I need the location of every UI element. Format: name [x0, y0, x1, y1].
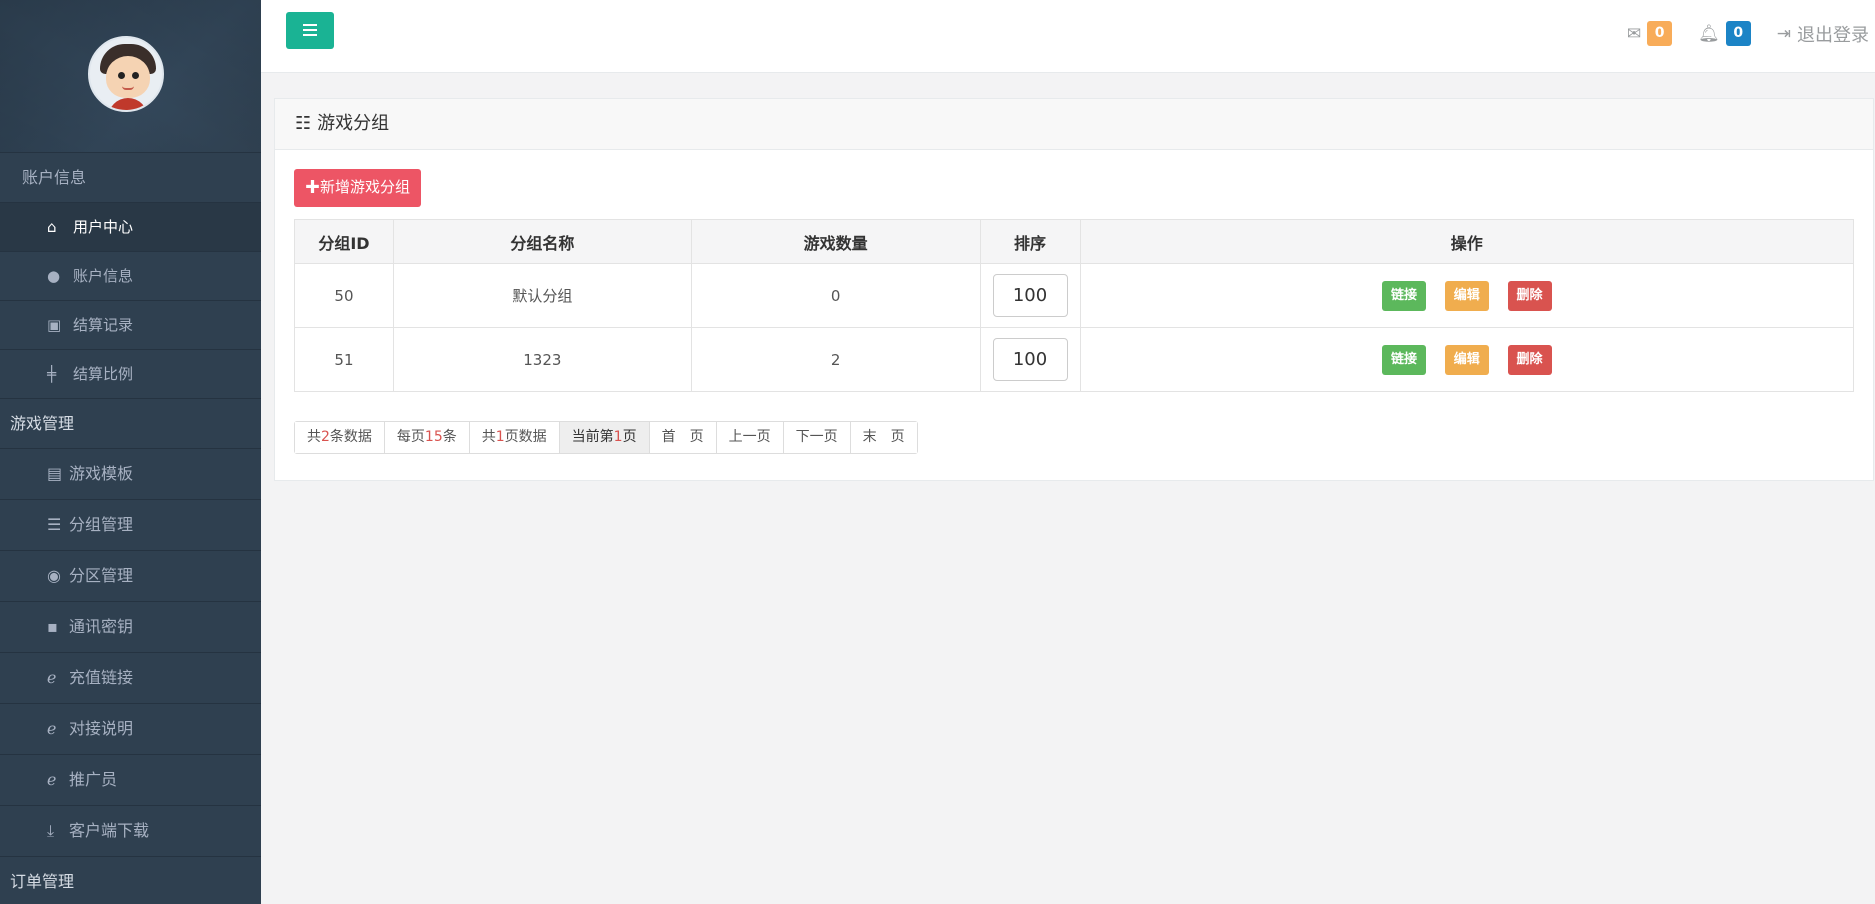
avatar[interactable]: [88, 36, 164, 112]
sidebar-item-comm-key[interactable]: ▪ 通讯密钥: [0, 602, 261, 653]
user-icon: ●: [47, 267, 61, 285]
sidebar-item-label: 结算记录: [73, 316, 134, 334]
notifications-link[interactable]: 🔔︎ 0: [1698, 21, 1751, 46]
newspaper-icon: ▤: [47, 464, 63, 483]
sidebar-section-game[interactable]: 游戏管理: [0, 399, 261, 449]
top-navbar: ✉ 0 🔔︎ 0 ⇥ 退出登录: [261, 0, 1875, 73]
sidebar-item-label: 推广员: [69, 770, 118, 789]
sidebar-item-integration-docs[interactable]: ℯ 对接说明: [0, 704, 261, 755]
home-icon: ⌂: [47, 218, 57, 236]
envelope-icon: ✉: [1626, 23, 1642, 44]
column-header-id: 分组ID: [294, 219, 394, 264]
pager-prev-button[interactable]: 上一页: [716, 422, 784, 453]
sidebar-item-promoter[interactable]: ℯ 推广员: [0, 755, 261, 806]
sidebar-item-settlement-records[interactable]: ▣ 结算记录: [0, 301, 261, 350]
add-game-group-button[interactable]: ✚新增游戏分组: [294, 169, 422, 207]
pager-current-page: 当前第1页: [559, 422, 650, 453]
link-button[interactable]: 链接: [1381, 280, 1426, 311]
messages-link[interactable]: ✉ 0: [1626, 21, 1673, 46]
sidebar-item-account-info[interactable]: ● 账户信息: [0, 252, 261, 301]
bars-icon: [303, 24, 317, 26]
ie-icon: ℯ: [47, 668, 57, 687]
top-right-links: ✉ 0 🔔︎ 0 ⇥ 退出登录: [1601, 20, 1869, 47]
pager-total-records: 共2条数据: [295, 422, 385, 453]
column-header-count: 游戏数量: [690, 219, 981, 264]
sidebar-item-group-management[interactable]: ☰ 分组管理: [0, 500, 261, 551]
sidebar-item-label: 用户中心: [73, 218, 134, 236]
sidebar-item-zone-management[interactable]: ◉ 分区管理: [0, 551, 261, 602]
sidebar-item-label: 分区管理: [69, 566, 134, 585]
cell-name: 1323: [392, 327, 692, 392]
pager-last-button[interactable]: 末 页: [850, 422, 917, 453]
sidebar-section-orders[interactable]: 订单管理: [0, 857, 261, 904]
signpost-icon: ╪: [47, 365, 57, 383]
table-row: 50 默认分组 0 链接 编辑 删除: [294, 263, 1854, 328]
column-header-actions: 操作: [1079, 219, 1854, 264]
gamepad-icon: ◉: [47, 566, 61, 585]
link-button[interactable]: 链接: [1381, 344, 1426, 375]
download-icon: ⤓: [47, 821, 55, 840]
cell-count: 0: [690, 263, 981, 328]
pagination: 共2条数据 每页15条 共1页数据 当前第1页 首 页 上一页 下一页 末 页: [294, 421, 918, 454]
sidebar-item-settlement-ratio[interactable]: ╪ 结算比例: [0, 350, 261, 399]
panel-title: ☷ 游戏分组: [275, 99, 1873, 150]
sidebar-item-label: 结算比例: [73, 365, 134, 383]
messages-badge: 0: [1647, 21, 1673, 46]
delete-button[interactable]: 删除: [1507, 280, 1552, 311]
sidebar-item-label: 通讯密钥: [69, 617, 134, 636]
sort-input[interactable]: [992, 338, 1068, 381]
table-header-row: 分组ID 分组名称 游戏数量 排序 操作: [294, 219, 1854, 264]
game-group-table: 分组ID 分组名称 游戏数量 排序 操作 50 默认分组 0 链接 编辑 删除 …: [294, 219, 1854, 392]
cell-actions: 链接 编辑 删除: [1079, 263, 1854, 328]
column-header-sort: 排序: [979, 219, 1081, 264]
table-row: 51 1323 2 链接 编辑 删除: [294, 327, 1854, 392]
list-icon: ☷: [295, 113, 312, 134]
sidebar-item-client-download[interactable]: ⤓ 客户端下载: [0, 806, 261, 857]
sidebar-item-label: 对接说明: [69, 719, 134, 738]
logout-label: 退出登录: [1797, 24, 1869, 46]
cell-id: 51: [294, 327, 394, 392]
pager-first-button[interactable]: 首 页: [649, 422, 717, 453]
ie-icon: ℯ: [47, 719, 57, 738]
cell-id: 50: [294, 263, 394, 328]
pager-total-pages: 共1页数据: [469, 422, 560, 453]
sidebar-section-account[interactable]: 账户信息: [0, 153, 261, 203]
pager-next-button[interactable]: 下一页: [783, 422, 851, 453]
cell-actions: 链接 编辑 删除: [1079, 327, 1854, 392]
bell-icon: 🔔︎: [1698, 23, 1720, 44]
cell-name: 默认分组: [392, 263, 692, 328]
sidebar-item-user-center[interactable]: ⌂ 用户中心: [0, 203, 261, 252]
game-group-panel: ☷ 游戏分组 ✚新增游戏分组 分组ID 分组名称 游戏数量 排序 操作 50 默认…: [274, 98, 1874, 481]
bars-icon: ☰: [47, 515, 62, 534]
sidebar-item-label: 游戏模板: [69, 464, 134, 483]
column-header-name: 分组名称: [392, 219, 692, 264]
sidebar: 账户信息 ⌂ 用户中心 ● 账户信息 ▣ 结算记录 ╪ 结算比例 游戏管理 ▤ 游戏模板 …: [0, 0, 261, 904]
sidebar-item-label: 账户信息: [73, 267, 134, 285]
page-title: 游戏分组: [317, 113, 390, 134]
sidebar-item-label: 充值链接: [69, 668, 134, 687]
sign-out-icon: ⇥: [1776, 23, 1791, 44]
notifications-badge: 0: [1725, 21, 1751, 46]
ie-icon: ℯ: [47, 770, 57, 789]
sidebar-item-label: 分组管理: [69, 515, 134, 534]
cell-sort: [979, 263, 1081, 328]
menu-toggle-button[interactable]: [286, 12, 334, 49]
edit-button[interactable]: 编辑: [1444, 280, 1489, 311]
edit-button[interactable]: 编辑: [1444, 344, 1489, 375]
cell-sort: [979, 327, 1081, 392]
sidebar-item-recharge-link[interactable]: ℯ 充值链接: [0, 653, 261, 704]
sort-input[interactable]: [992, 274, 1068, 317]
pager-per-page: 每页15条: [384, 422, 470, 453]
calendar-check-icon: ▣: [47, 316, 62, 334]
logout-link[interactable]: ⇥ 退出登录: [1777, 21, 1869, 47]
cell-count: 2: [690, 327, 981, 392]
sidebar-item-label: 客户端下载: [69, 821, 150, 840]
profile-header: [0, 0, 261, 153]
sidebar-item-game-template[interactable]: ▤ 游戏模板: [0, 449, 261, 500]
lock-icon: ▪: [47, 617, 58, 636]
delete-button[interactable]: 删除: [1507, 344, 1552, 375]
